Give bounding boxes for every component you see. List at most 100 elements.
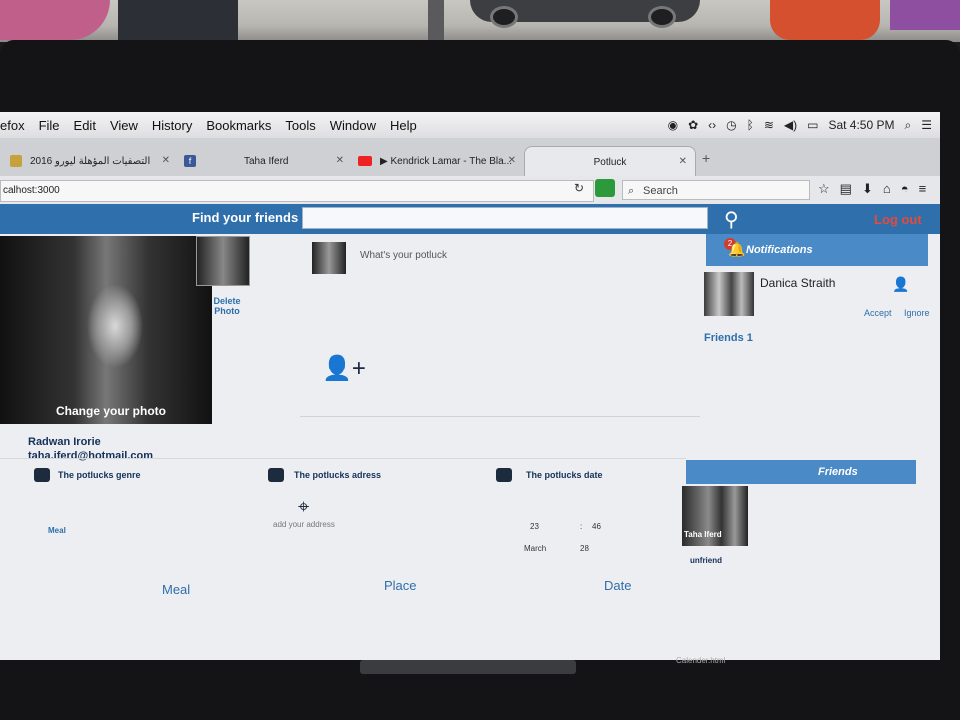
tab-potluck[interactable]: Potluck ✕ [524,146,696,177]
search-icon[interactable]: ⚲ [724,207,739,232]
accept-button[interactable]: Accept [864,308,892,318]
top-nav: Find your friends ⚲ Log out [0,204,940,234]
tab-favicon [10,155,22,167]
menu-history[interactable]: History [152,118,192,133]
chat-icon[interactable]: ◓ [901,181,909,197]
menu-edit[interactable]: Edit [74,118,96,133]
profile-name: Radwan Irorie [28,436,101,448]
section-divider [0,458,686,459]
tab-facebook[interactable]: f Taha Iferd ✕ [184,146,344,176]
notification-center-icon[interactable]: ☰ [921,118,932,132]
tab-place[interactable]: Place [384,578,417,593]
home-icon[interactable]: ⌂ [883,181,891,197]
menu-app[interactable]: efox [0,118,25,133]
wifi-icon[interactable]: ≋ [764,118,774,132]
friend-request-photo [704,272,754,316]
add-user-icon[interactable]: 👤+ [322,354,366,383]
utensils-icon [34,468,50,482]
facebook-icon: f [184,155,196,167]
genre-value[interactable]: Meal [48,526,66,535]
minute-field[interactable]: 46 [592,522,601,531]
friend-name: Taha Iferd [684,530,722,539]
volume-icon[interactable]: ◀) [784,118,797,132]
menu-bookmarks[interactable]: Bookmarks [206,118,271,133]
background-street [0,0,960,42]
extension-icon[interactable]: ✿ [688,118,698,132]
find-friends-input[interactable] [302,207,708,229]
ignore-button[interactable]: Ignore [904,308,930,318]
mac-menubar: efox File Edit View History Bookmarks To… [0,112,940,138]
passerby [890,0,960,30]
passerby [118,0,238,40]
unfriend-button[interactable]: unfriend [690,556,722,565]
car-wheel [648,6,676,28]
profile-email: taha.iferd@hotmail.com [28,450,154,462]
friends-count[interactable]: Friends 1 [704,332,753,344]
reload-icon[interactable]: ↻ [574,181,584,195]
search-input[interactable]: ⌕ Search [622,180,810,200]
close-icon[interactable]: ✕ [508,155,516,166]
menu-tools[interactable]: Tools [285,118,315,133]
menu-file[interactable]: File [39,118,60,133]
friends-header: Friends [686,460,916,484]
laptop-screen: efox File Edit View History Bookmarks To… [0,112,940,660]
menu-help[interactable]: Help [390,118,417,133]
toolbar-icons: ☆ ▤ ⬇ ⌂ ◓ ≡ [818,181,926,197]
passerby [770,0,880,40]
close-icon[interactable]: ✕ [162,155,170,166]
extension-button[interactable] [595,179,615,197]
tab-youtube[interactable]: ▶ Kendrick Lamar - The Bla... ✕ [358,146,516,176]
delete-photo-label: Delete [213,296,241,306]
bluetooth-icon[interactable]: ᛒ [747,118,754,132]
bookmark-star-icon[interactable]: ☆ [818,181,830,197]
address-bar[interactable]: calhost:3000 [0,180,594,202]
truck-icon [268,468,284,482]
tab-label: Taha Iferd [244,155,289,167]
profile-photo[interactable]: Change your photo [0,236,212,424]
battery-icon[interactable]: ▭ [807,118,818,132]
delete-photo-label: Photo [214,306,240,316]
tab-label: ▶ Kendrick Lamar - The Bla... [380,155,513,167]
close-icon[interactable]: ✕ [336,155,344,166]
tab-label: التصفيات المؤهلة ليورو 2016 [30,155,151,167]
friend-photo[interactable]: Taha Iferd [682,486,748,546]
passerby [0,0,110,40]
delete-photo-button[interactable]: Delete Photo [205,296,249,316]
mac-dock [360,660,576,674]
logout-link[interactable]: Log out [874,212,922,227]
notifications-header[interactable]: 2 🔔 Notifications [706,234,928,266]
profile-thumbnail[interactable] [196,236,250,286]
browser-tabbar: التصفيات المؤهلة ليورو 2016 ✕ f Taha Ife… [0,138,940,177]
time-machine-icon[interactable]: ◷ [726,118,736,132]
car-wheel [490,6,518,28]
new-tab-icon[interactable]: + [702,150,710,166]
menu-icon[interactable]: ≡ [919,181,927,197]
close-icon[interactable]: ✕ [679,156,687,167]
notifications-title: Notifications [746,244,813,256]
tab-euro[interactable]: التصفيات المؤهلة ليورو 2016 ✕ [10,146,170,176]
friend-request-name[interactable]: Danica Straith [760,276,835,290]
map-pin-icon[interactable]: ⌖ [298,496,309,519]
address-title: The potlucks adress [294,470,382,480]
post-input[interactable]: What's your potluck [360,250,447,261]
friends-title: Friends [818,466,858,478]
calendar-icon [496,468,512,482]
tab-meal[interactable]: Meal [162,582,190,597]
day-field[interactable]: 28 [580,544,589,553]
code-icon[interactable]: ‹› [708,118,716,132]
menubar-clock[interactable]: Sat 4:50 PM [828,118,894,132]
youtube-icon [358,156,372,166]
change-photo-label[interactable]: Change your photo [56,404,166,418]
reading-list-icon[interactable]: ▤ [840,181,852,197]
genre-title: The potlucks genre [58,470,141,480]
pocket-icon[interactable]: ◉ [668,118,678,132]
hour-field[interactable]: 23 [530,522,539,531]
address-input[interactable]: add your address [273,520,335,529]
month-field[interactable]: March [524,544,546,553]
downloads-icon[interactable]: ⬇ [862,181,873,197]
street-pole [428,0,444,40]
menu-view[interactable]: View [110,118,138,133]
spotlight-icon[interactable]: ⌕ [905,118,912,133]
tab-date[interactable]: Date [604,578,631,593]
menu-window[interactable]: Window [330,118,376,133]
